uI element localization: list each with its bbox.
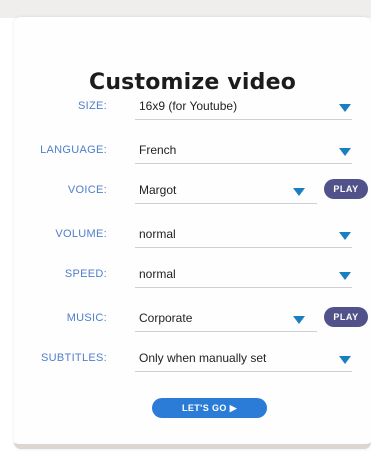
size-select[interactable]: 16x9 (for Youtube): [135, 95, 352, 120]
customize-video-card: Customize video SIZE: 16x9 (for Youtube)…: [14, 17, 371, 449]
language-row: LANGUAGE: French: [14, 139, 371, 165]
subtitles-value: Only when manually set: [139, 351, 267, 365]
voice-row: VOICE: Margot PLAY: [14, 179, 371, 205]
chevron-down-icon: [293, 316, 305, 324]
chevron-down-icon: [339, 104, 351, 112]
voice-value: Margot: [139, 183, 177, 197]
speed-label: SPEED:: [64, 268, 107, 280]
chevron-down-icon: [339, 148, 351, 156]
chevron-down-icon: [339, 356, 351, 364]
lets-go-button[interactable]: LET'S GO ▶: [152, 398, 267, 418]
chevron-down-icon: [339, 272, 351, 280]
size-label: SIZE:: [77, 100, 107, 112]
page-title: Customize video: [88, 70, 297, 95]
subtitles-row: SUBTITLES: Only when manually set: [14, 347, 371, 373]
music-play-button[interactable]: PLAY: [324, 307, 368, 327]
size-value: 16x9 (for Youtube): [139, 99, 238, 113]
subtitles-label: SUBTITLES:: [41, 352, 107, 364]
volume-label: VOLUME:: [55, 228, 107, 240]
music-value: Corporate: [139, 311, 193, 325]
music-select[interactable]: Corporate: [135, 307, 317, 332]
speed-row: SPEED: normal: [14, 263, 371, 289]
language-value: French: [139, 143, 177, 157]
subtitles-select[interactable]: Only when manually set: [135, 347, 352, 372]
speed-select[interactable]: normal: [135, 263, 352, 288]
volume-select[interactable]: normal: [135, 223, 352, 248]
voice-select[interactable]: Margot: [135, 179, 317, 204]
voice-play-button[interactable]: PLAY: [324, 179, 368, 199]
speed-value: normal: [139, 267, 176, 281]
volume-value: normal: [139, 227, 176, 241]
voice-label: VOICE:: [67, 184, 107, 196]
music-row: MUSIC: Corporate PLAY: [14, 307, 371, 333]
chevron-down-icon: [293, 188, 305, 196]
page-background: [0, 0, 371, 18]
language-select[interactable]: French: [135, 139, 352, 164]
volume-row: VOLUME: normal: [14, 223, 371, 249]
size-row: SIZE: 16x9 (for Youtube): [14, 95, 371, 121]
chevron-down-icon: [339, 232, 351, 240]
language-label: LANGUAGE:: [40, 144, 107, 156]
music-label: MUSIC:: [66, 312, 107, 324]
